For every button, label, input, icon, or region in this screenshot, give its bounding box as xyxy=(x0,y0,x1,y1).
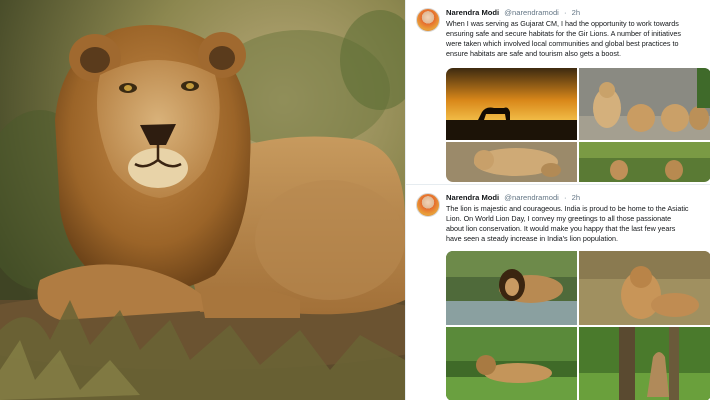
tweet-text-line: ensuring safe and secure habitats for th… xyxy=(446,29,681,39)
media-lion-lying-green[interactable] xyxy=(446,327,577,400)
lion-photo xyxy=(0,0,405,400)
author-name[interactable]: Narendra Modi xyxy=(446,8,499,17)
media-lion-sunset-silhouette[interactable] xyxy=(446,68,577,140)
avatar[interactable] xyxy=(416,193,440,217)
tweet-text-line: ensure habitats are safe and tourism als… xyxy=(446,49,621,59)
author-handle[interactable]: @narendramodi xyxy=(504,8,559,17)
tweet-1[interactable]: Narendra Modi @narendramodi · 2h When I … xyxy=(406,0,710,184)
tweet-text-line: were taken which involved local communit… xyxy=(446,39,679,49)
tweet-text: The lion is majestic and courageous. Ind… xyxy=(446,204,708,244)
tweet-text-line: have seen a steady increase in India's l… xyxy=(446,234,618,244)
media-lions-in-forest[interactable] xyxy=(579,142,710,182)
media-grid xyxy=(446,251,710,400)
tweet-text-line: When I was serving as Gujarat CM, I had … xyxy=(446,19,679,28)
tweet-2[interactable]: Narendra Modi @narendramodi · 2h The lio… xyxy=(406,184,710,400)
author-handle[interactable]: @narendramodi xyxy=(504,193,559,202)
author-name[interactable]: Narendra Modi xyxy=(446,193,499,202)
tweet-time[interactable]: 2h xyxy=(572,193,580,202)
media-lion-sitting-grass[interactable] xyxy=(579,251,710,325)
tweet-time[interactable]: 2h xyxy=(572,8,580,17)
separator: · xyxy=(564,193,567,202)
tweet-text-line: about lion conservation. It would make y… xyxy=(446,224,676,234)
tweet-header: Narendra Modi @narendramodi · 2h xyxy=(446,8,580,18)
separator: · xyxy=(564,8,567,17)
media-grid xyxy=(446,68,710,182)
media-lion-between-trees[interactable] xyxy=(579,327,710,400)
tweet-text-line: Lion. On World Lion Day, I convey my gre… xyxy=(446,214,672,224)
media-lioness-with-cubs[interactable] xyxy=(446,142,577,182)
tweet-text-line: The lion is majestic and courageous. Ind… xyxy=(446,204,689,213)
twitter-panel: Narendra Modi @narendramodi · 2h When I … xyxy=(405,0,710,400)
media-lion-cubs-group[interactable] xyxy=(579,68,710,140)
avatar[interactable] xyxy=(416,8,440,32)
lion-illustration xyxy=(0,0,405,400)
tweet-text: When I was serving as Gujarat CM, I had … xyxy=(446,19,708,59)
tweet-header: Narendra Modi @narendramodi · 2h xyxy=(446,193,580,203)
media-lion-by-water[interactable] xyxy=(446,251,577,325)
